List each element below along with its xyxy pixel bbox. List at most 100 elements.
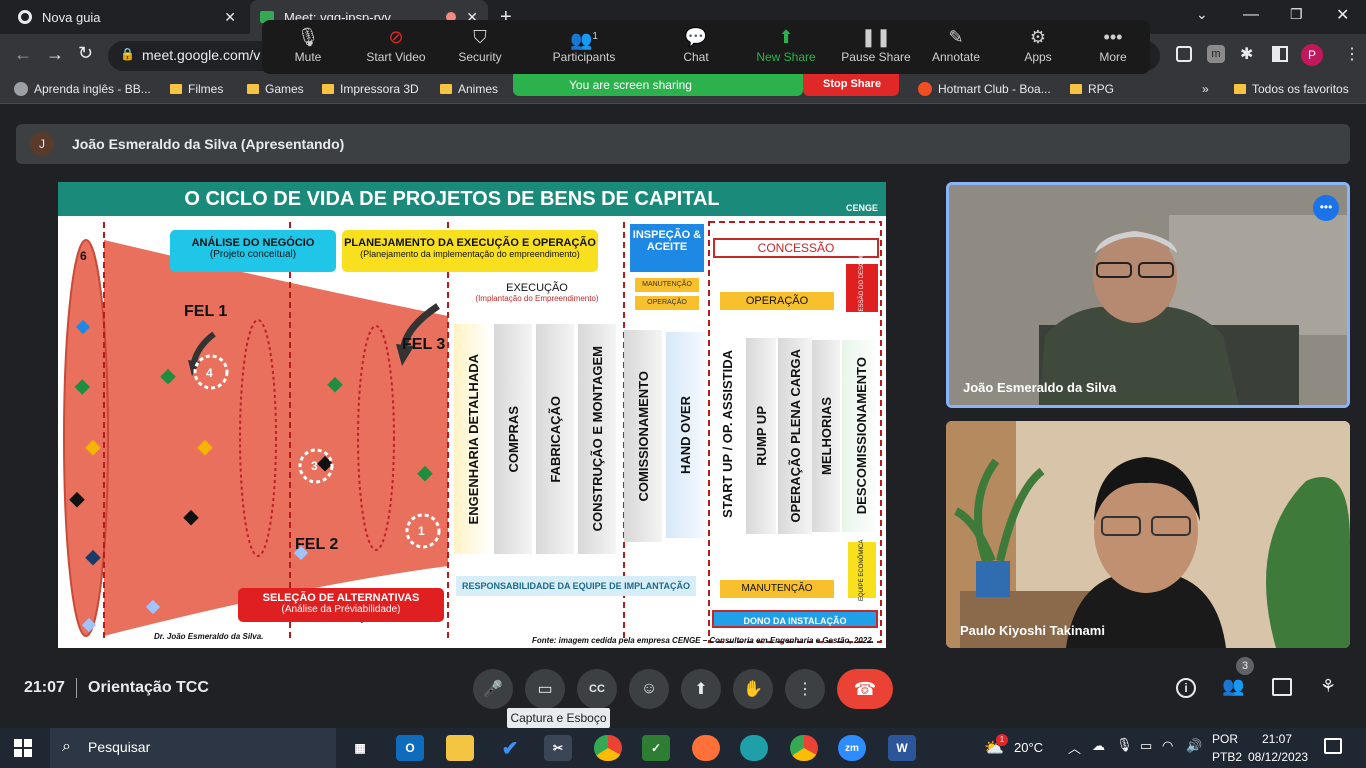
participant-tile[interactable]: Paulo Kiyoshi Takinami: [946, 421, 1350, 648]
operacao-small: OPERAÇÃO: [635, 296, 699, 310]
participant-video: [949, 185, 1347, 405]
extension-icon[interactable]: m: [1207, 45, 1225, 63]
clock-date[interactable]: 08/12/2023: [1248, 750, 1308, 764]
mute-button[interactable]: 🎙 Mute: [272, 24, 344, 72]
chat-button[interactable]: 💬 Chat: [660, 24, 732, 72]
milestone-number: 1: [418, 524, 425, 538]
present-button[interactable]: ⬆: [681, 669, 721, 709]
chrome-icon[interactable]: [594, 735, 622, 761]
microphone-icon: 🎤: [483, 681, 503, 698]
leave-call-button[interactable]: ☎: [837, 669, 893, 709]
puzzle-icon[interactable]: ✱: [1240, 44, 1253, 64]
outlook-icon[interactable]: O: [396, 735, 424, 761]
slide-author: Dr. João Esmeraldo da Silva.: [154, 632, 264, 641]
notifications-icon[interactable]: [1324, 738, 1342, 754]
tab-nova-guia[interactable]: Nova guia ✕: [8, 0, 246, 34]
concessao-vertical: CONCESSÃO DO DESCOMIS: [846, 247, 878, 329]
keyboard-layout[interactable]: PTB2: [1212, 750, 1242, 764]
microphone-icon: 🎙: [296, 27, 320, 47]
chat-icon[interactable]: [1272, 678, 1292, 696]
windows-start-icon[interactable]: [14, 739, 32, 757]
taskbar-search[interactable]: ⌕ Pesquisar: [50, 728, 336, 768]
search-icon: ⌕: [62, 738, 71, 755]
firefox-icon[interactable]: [692, 735, 720, 761]
shared-slide: O CICLO DE VIDA DE PROJETOS DE BENS DE C…: [58, 182, 886, 648]
close-window-icon[interactable]: ✕: [1336, 5, 1349, 25]
security-button[interactable]: ⛉ Security: [444, 24, 516, 72]
mic-tray-icon[interactable]: 🎙: [1116, 737, 1133, 753]
folder-icon: [247, 84, 259, 94]
minimize-icon[interactable]: —: [1243, 6, 1259, 24]
activities-icon[interactable]: ⚘: [1320, 676, 1336, 697]
snipping-tool-icon[interactable]: ✂: [544, 735, 572, 761]
task-view-icon[interactable]: ▦: [346, 735, 374, 761]
tray-chevron-icon[interactable]: ︿: [1068, 738, 1081, 757]
camera-button[interactable]: ▭: [525, 669, 565, 709]
tab-search-icon[interactable]: ⌄: [1196, 6, 1208, 23]
bookmark-folder[interactable]: Animes: [440, 82, 498, 96]
start-video-button[interactable]: ⊘ Start Video: [358, 24, 434, 72]
todo-icon[interactable]: ✔: [496, 735, 524, 761]
tab-title: Nova guia: [42, 9, 101, 25]
microphone-button[interactable]: 🎤: [473, 669, 513, 709]
forward-icon[interactable]: →: [46, 44, 64, 65]
close-tab-icon[interactable]: ✕: [224, 9, 236, 26]
chat-icon: 💬: [684, 27, 708, 47]
profile-avatar[interactable]: P: [1301, 44, 1323, 66]
bookmark-folder[interactable]: Impressora 3D: [322, 82, 419, 96]
participant-tile[interactable]: ••• João Esmeraldo da Silva: [946, 182, 1350, 408]
language-indicator[interactable]: POR: [1212, 732, 1238, 746]
more-bookmarks-icon[interactable]: »: [1202, 82, 1209, 96]
apps-button[interactable]: ⚙ Apps: [1002, 24, 1074, 72]
bookmark-folder[interactable]: Filmes: [170, 82, 223, 96]
bookmark-folder[interactable]: Todos os favoritos: [1234, 82, 1349, 96]
sidepanel-icon[interactable]: [1272, 46, 1288, 62]
word-icon[interactable]: W: [888, 735, 916, 761]
more-options-button[interactable]: ⋮: [785, 669, 825, 709]
bookmark-item[interactable]: Aprenda inglês - BB...: [14, 82, 151, 96]
volume-icon[interactable]: 🔊: [1186, 738, 1202, 754]
pen-icon: ✎: [948, 27, 964, 47]
participants-button[interactable]: 👥1 Participants: [546, 24, 622, 72]
info-icon[interactable]: i: [1176, 678, 1196, 698]
spreadsheet-icon[interactable]: ✓: [642, 735, 670, 761]
media-icon[interactable]: [1176, 46, 1192, 62]
onedrive-icon[interactable]: ☁: [1092, 738, 1105, 754]
more-button[interactable]: ••• More: [1077, 24, 1149, 72]
wifi-icon[interactable]: ◠: [1162, 738, 1173, 754]
participant-name: João Esmeraldo da Silva: [963, 380, 1117, 395]
captions-button[interactable]: CC: [577, 669, 617, 709]
manutencao-bar: MANUTENÇÃO: [720, 580, 834, 598]
clock-time[interactable]: 21:07: [1262, 732, 1292, 746]
annotate-button[interactable]: ✎ Annotate: [920, 24, 992, 72]
phase-column: CONSTRUÇÃO E MONTAGEM: [578, 324, 616, 554]
inspecao-box: INSPEÇÃO & ACEITE: [630, 224, 704, 272]
bookmark-folder[interactable]: Games: [247, 82, 304, 96]
divider: [76, 678, 77, 698]
bookmark-item[interactable]: Hotmart Club - Boa...: [918, 82, 1051, 96]
people-icon[interactable]: 👥: [1222, 676, 1244, 697]
new-share-button[interactable]: ⬆ New Share: [750, 24, 822, 72]
menu-icon[interactable]: ⋮: [1344, 44, 1360, 64]
execucao-header: EXECUÇÃO (Implantação do Empreendimento): [475, 282, 599, 303]
reactions-button[interactable]: ☺: [629, 669, 669, 709]
tile-options-icon[interactable]: •••: [1313, 195, 1339, 221]
folder-icon: [1234, 84, 1246, 94]
participant-video: [946, 421, 1350, 648]
back-icon[interactable]: ←: [14, 44, 32, 65]
zoom-icon[interactable]: zm: [838, 735, 866, 761]
restore-icon[interactable]: ❐: [1290, 6, 1303, 23]
chrome-profile-icon[interactable]: [790, 735, 818, 761]
reload-icon[interactable]: ↻: [78, 43, 93, 64]
phase-column: START UP / OP. ASSISTIDA: [710, 334, 744, 534]
phase-column: OPERAÇÃO PLENA CARGA: [778, 338, 812, 534]
stop-share-button[interactable]: Stop Share: [803, 74, 899, 96]
raise-hand-button[interactable]: ✋: [733, 669, 773, 709]
pause-share-button[interactable]: ❚❚ Pause Share: [838, 24, 914, 72]
selecao-box: SELEÇÃO DE ALTERNATIVAS (Análise da Prév…: [238, 588, 444, 622]
screen-sharing-banner[interactable]: You are screen sharing: [513, 74, 803, 96]
file-explorer-icon[interactable]: [446, 735, 474, 761]
edge-icon[interactable]: [740, 735, 768, 761]
battery-icon[interactable]: ▭: [1140, 738, 1152, 754]
bookmark-folder[interactable]: RPG: [1070, 82, 1114, 96]
